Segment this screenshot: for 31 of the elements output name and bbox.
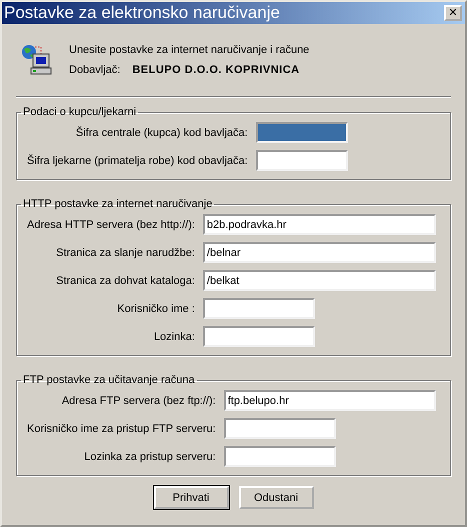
intro-text: Unesite postavke za internet naručivanje i račune — [69, 44, 310, 56]
network-computer-icon — [19, 43, 53, 77]
input-field[interactable]: ftp.belupo.hr — [224, 390, 436, 411]
field-label: Stranica za slanje narudžbe: — [55, 246, 195, 258]
group-title: Podaci o kupcu/ljekarni — [22, 106, 138, 118]
input-field[interactable]: b2b.podravka.hr — [202, 214, 436, 235]
field-label: Adresa FTP servera (bez ftp://): — [60, 394, 216, 406]
input-field[interactable] — [202, 298, 315, 319]
field-label: Lozinka: — [152, 330, 195, 342]
input-field[interactable] — [202, 326, 315, 347]
field-label: Adresa HTTP servera (bez http://): — [27, 218, 195, 230]
input-field[interactable] — [256, 150, 348, 171]
supplier-name: BELUPO D.O.O. KOPRIVNICA — [132, 64, 300, 76]
dialog-button[interactable]: Prihvati — [154, 486, 228, 509]
field-label: Lozinka za pristup serveru: — [83, 450, 216, 462]
group-title: HTTP postavke za internet naručivanje — [22, 198, 214, 210]
input-field[interactable] — [224, 446, 336, 467]
input-field[interactable]: /belkat — [202, 270, 436, 291]
input-field[interactable] — [224, 418, 336, 439]
input-field[interactable] — [256, 122, 348, 143]
input-field[interactable]: /belnar — [202, 242, 436, 263]
window-title: Postavke za elektronsko naručivanje — [4, 3, 280, 23]
field-label: Šifra centrale (kupca) kod bavljača: — [74, 126, 248, 138]
dialog-button[interactable]: Odustani — [238, 486, 314, 509]
close-button[interactable]: ✕ — [444, 5, 462, 21]
supplier-label: Dobavljač: — [69, 64, 120, 76]
field-label: Korisničko ime za pristup FTP serveru: — [27, 422, 216, 434]
field-label: Stranica za dohvat kataloga: — [55, 274, 195, 286]
group-title: FTP postavke za učitavanje računa — [22, 374, 196, 386]
field-label: Korisničko ime : — [116, 302, 195, 314]
field-label: Šifra ljekarne (primatelja robe) kod obavljača: — [27, 154, 248, 166]
